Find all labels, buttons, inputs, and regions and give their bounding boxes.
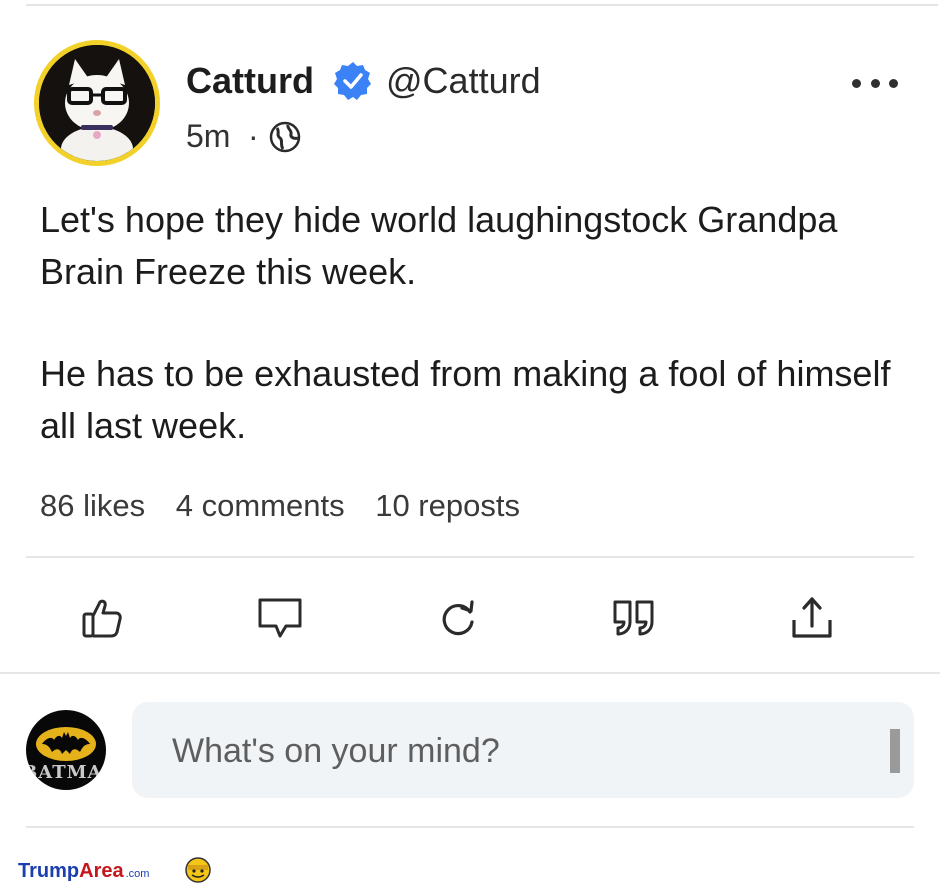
like-button[interactable] <box>78 594 126 642</box>
actions-divider <box>0 672 940 674</box>
reposts-count[interactable]: 10 reposts <box>375 488 520 523</box>
post-body: Let's hope they hide world laughingstock… <box>40 194 920 502</box>
comment-icon <box>258 598 302 638</box>
author-handle[interactable]: @Catturd <box>386 60 541 102</box>
share-icon <box>792 597 832 638</box>
site-watermark: TrumpArea .com <box>18 857 211 883</box>
user-avatar[interactable]: BATMAN <box>26 710 106 790</box>
watermark-face-icon <box>185 857 211 883</box>
bottom-divider <box>26 826 914 828</box>
avatar-text: BATMAN <box>26 762 106 783</box>
author-name[interactable]: Catturd <box>186 60 314 102</box>
quote-icon <box>613 600 654 636</box>
comments-count[interactable]: 4 comments <box>176 488 345 523</box>
scroll-indicator <box>890 729 900 773</box>
watermark-part-3: .com <box>125 868 150 880</box>
stats-divider <box>26 556 914 558</box>
author-avatar[interactable] <box>34 40 160 166</box>
more-options-icon[interactable] <box>852 68 898 98</box>
verified-check-icon <box>334 62 371 100</box>
repost-icon <box>442 600 474 636</box>
post-paragraph: He has to be exhausted from making a foo… <box>40 353 891 446</box>
post-stats: 86 likes 4 comments 10 reposts <box>40 488 542 524</box>
post-time[interactable]: 5m <box>186 118 230 155</box>
cat-avatar-image <box>39 45 155 161</box>
composer-input[interactable] <box>170 724 874 778</box>
watermark-part-1: Trump <box>18 860 80 882</box>
top-divider <box>26 4 938 6</box>
like-icon <box>82 599 122 638</box>
share-button[interactable] <box>788 594 836 642</box>
composer-box[interactable] <box>132 702 914 798</box>
quote-button[interactable] <box>610 594 658 642</box>
repost-button[interactable] <box>434 594 482 642</box>
comment-button[interactable] <box>256 594 304 642</box>
likes-count[interactable]: 86 likes <box>40 488 145 523</box>
time-separator: · <box>248 118 259 154</box>
post-paragraph: Let's hope they hide world laughingstock… <box>40 199 838 292</box>
post-page: Catturd @Catturd 5m · Let's hope they hi… <box>0 0 940 883</box>
globe-icon <box>269 121 301 153</box>
watermark-part-2: Area <box>79 860 124 882</box>
